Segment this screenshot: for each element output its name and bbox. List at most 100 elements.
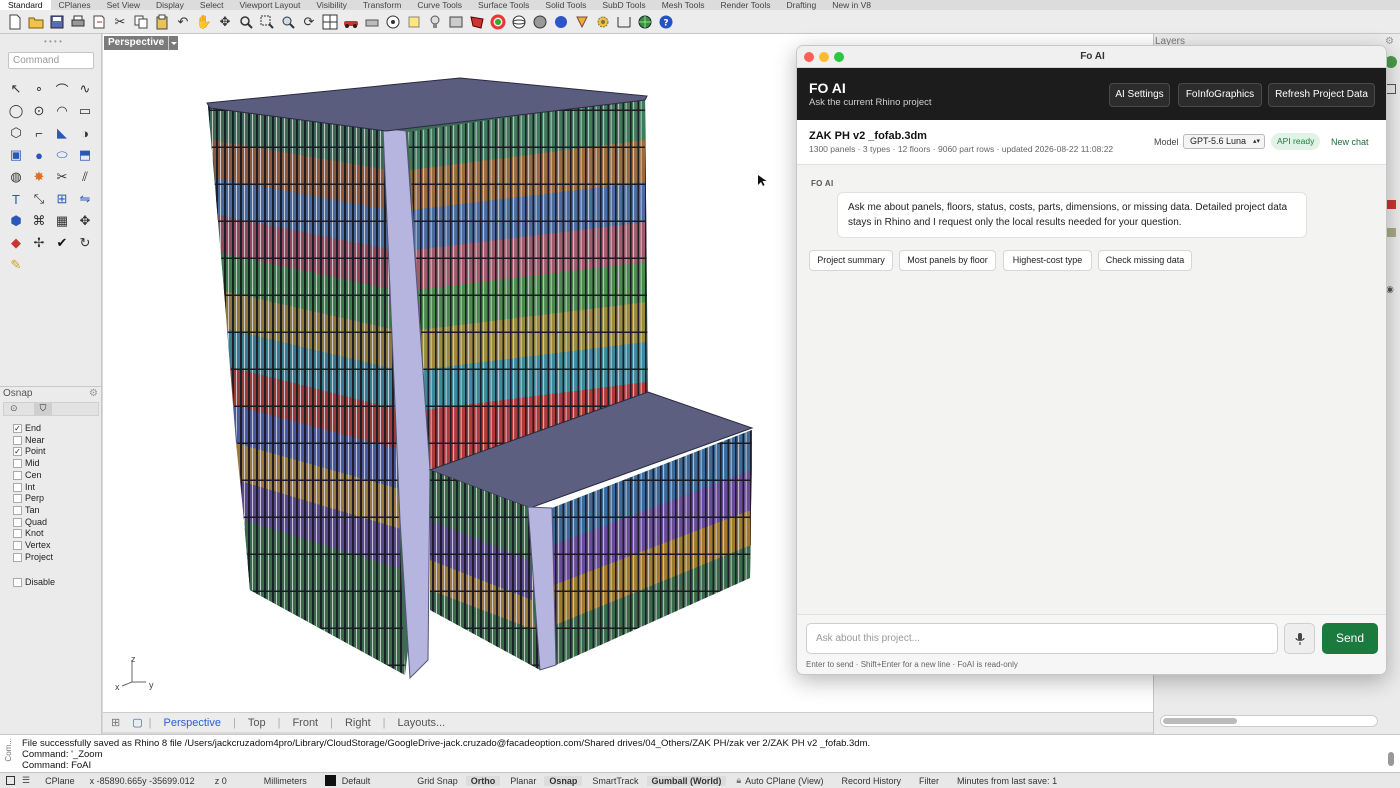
- polyline-icon[interactable]: ⌒: [52, 80, 72, 98]
- array-icon[interactable]: ⊞: [52, 190, 72, 208]
- ribbon-tab[interactable]: Transform: [355, 0, 409, 10]
- walk-icon[interactable]: [363, 13, 381, 31]
- shaded-sphere-icon[interactable]: [531, 13, 549, 31]
- ribbon-tab[interactable]: Mesh Tools: [654, 0, 713, 10]
- curve-icon[interactable]: ∿: [75, 80, 95, 98]
- gumball-icon[interactable]: ✥: [75, 212, 95, 230]
- osnap-item[interactable]: Mid: [13, 458, 40, 469]
- checkbox[interactable]: [13, 517, 22, 527]
- polygon-icon[interactable]: ⬡: [6, 124, 26, 142]
- select-arrow-icon[interactable]: ↖: [6, 80, 26, 98]
- checkbox[interactable]: [13, 505, 22, 515]
- ellipse-icon[interactable]: ⊙: [29, 102, 49, 120]
- menu-icon[interactable]: ☰: [22, 775, 30, 786]
- cut-icon[interactable]: ✂: [111, 13, 129, 31]
- checkbox[interactable]: [13, 578, 22, 587]
- osnap-item[interactable]: Quad: [13, 517, 47, 528]
- help-icon[interactable]: ?: [657, 13, 675, 31]
- split-icon[interactable]: ⫽: [75, 168, 95, 186]
- checkbox[interactable]: ✓: [13, 424, 22, 433]
- panel-side-camera-icon[interactable]: ◉: [1386, 284, 1394, 295]
- status-ortho[interactable]: Ortho: [465, 775, 501, 786]
- model-select[interactable]: GPT-5.6 Luna ▴▾: [1183, 134, 1265, 149]
- chip-project-summary[interactable]: Project summary: [809, 250, 893, 271]
- text-icon[interactable]: T: [6, 190, 26, 208]
- ribbon-tab[interactable]: SubD Tools: [594, 0, 653, 10]
- status-record-history[interactable]: Record History: [842, 776, 902, 786]
- new-file-icon[interactable]: [6, 13, 24, 31]
- checkbox[interactable]: [13, 494, 22, 504]
- wireframe-sphere-icon[interactable]: [510, 13, 528, 31]
- ribbon-tab[interactable]: Display: [148, 0, 192, 10]
- move-view-icon[interactable]: ✥: [216, 13, 234, 31]
- materials-icon[interactable]: [468, 13, 486, 31]
- ribbon-tab[interactable]: Curve Tools: [409, 0, 470, 10]
- rotate-view-icon[interactable]: ⟳: [300, 13, 318, 31]
- explode-icon[interactable]: ✸: [29, 168, 49, 186]
- osnap-item[interactable]: Perp: [13, 493, 44, 504]
- foinfographics-button[interactable]: FoInfoGraphics: [1178, 83, 1262, 107]
- checkbox[interactable]: [13, 541, 22, 550]
- ribbon-tab[interactable]: Solid Tools: [537, 0, 594, 10]
- rendered-sphere-icon[interactable]: [552, 13, 570, 31]
- mesh-icon[interactable]: ⌘: [29, 212, 49, 230]
- refresh-project-data-button[interactable]: Refresh Project Data: [1268, 83, 1375, 107]
- command-input[interactable]: Command: [8, 52, 94, 69]
- light-bulb-icon[interactable]: [426, 13, 444, 31]
- render-pen-icon[interactable]: [573, 13, 591, 31]
- ai-settings-button[interactable]: AI Settings: [1109, 83, 1170, 107]
- revolve-icon[interactable]: ◑: [75, 124, 95, 142]
- car-icon[interactable]: [342, 13, 360, 31]
- copy-icon[interactable]: [132, 13, 150, 31]
- ribbon-tab[interactable]: Surface Tools: [470, 0, 537, 10]
- history-scrollbar[interactable]: [1388, 752, 1394, 766]
- osnap-disable[interactable]: Disable: [13, 577, 55, 588]
- ribbon-tab[interactable]: Standard: [0, 0, 51, 10]
- layers-scrollbar-thumb[interactable]: [1163, 718, 1237, 724]
- checkbox[interactable]: [13, 435, 22, 445]
- import-icon[interactable]: [90, 13, 108, 31]
- cylinder-icon[interactable]: ⬭: [52, 146, 72, 164]
- lock-icon[interactable]: 🔒︎: [736, 775, 741, 786]
- panel-side-texture-icon[interactable]: [1387, 228, 1396, 237]
- arc-icon[interactable]: ◠: [52, 102, 72, 120]
- ribbon-tab[interactable]: CPlanes: [51, 0, 99, 10]
- status-autocplane[interactable]: Auto CPlane (View): [745, 776, 823, 786]
- mirror-icon[interactable]: ⇋: [75, 190, 95, 208]
- filter-icon[interactable]: ⛉: [34, 403, 52, 415]
- ribbon-tab[interactable]: Drafting: [778, 0, 824, 10]
- properties-icon[interactable]: [447, 13, 465, 31]
- zoom-window-icon[interactable]: [258, 13, 276, 31]
- osnap-item[interactable]: Project: [13, 552, 53, 563]
- undo-icon[interactable]: ↶: [174, 13, 192, 31]
- grid-array-icon[interactable]: ▦: [52, 212, 72, 230]
- osnap-item[interactable]: Near: [13, 435, 45, 446]
- status-osnap[interactable]: Osnap: [544, 775, 583, 786]
- panel-grip-icon[interactable]: • • • •: [44, 37, 62, 46]
- single-viewport-icon[interactable]: ▢: [126, 716, 148, 729]
- open-folder-icon[interactable]: [27, 13, 45, 31]
- paste-icon[interactable]: [153, 13, 171, 31]
- scale-icon[interactable]: ⤡: [29, 190, 49, 208]
- check-icon[interactable]: ✔: [52, 234, 72, 252]
- ribbon-tab[interactable]: Set View: [99, 0, 148, 10]
- move-icon[interactable]: ✢: [29, 234, 49, 252]
- chip-highest-cost-type[interactable]: Highest-cost type: [1003, 250, 1092, 271]
- viewport-title[interactable]: Perspective: [104, 36, 169, 50]
- chip-most-panels-by-floor[interactable]: Most panels by floor: [899, 250, 996, 271]
- status-cplane[interactable]: CPlane: [45, 776, 75, 786]
- tab-layouts[interactable]: Layouts...: [386, 717, 458, 729]
- status-gumball[interactable]: Gumball (World): [646, 775, 727, 786]
- ribbon-tab[interactable]: Visibility: [308, 0, 355, 10]
- trim-icon[interactable]: ✂: [52, 168, 72, 186]
- checkbox[interactable]: [13, 459, 22, 469]
- osnap-item[interactable]: Int: [13, 482, 35, 493]
- circle-icon[interactable]: ◯: [6, 102, 26, 120]
- pan-icon[interactable]: ✋: [195, 13, 213, 31]
- osnap-item[interactable]: Tan: [13, 505, 40, 516]
- sidebar-toggle-icon[interactable]: [6, 776, 15, 785]
- ribbon-tab[interactable]: Render Tools: [713, 0, 779, 10]
- rotate-icon[interactable]: ↻: [75, 234, 95, 252]
- point-icon[interactable]: ∘: [29, 80, 49, 98]
- ask-input[interactable]: Ask about this project...: [806, 623, 1278, 654]
